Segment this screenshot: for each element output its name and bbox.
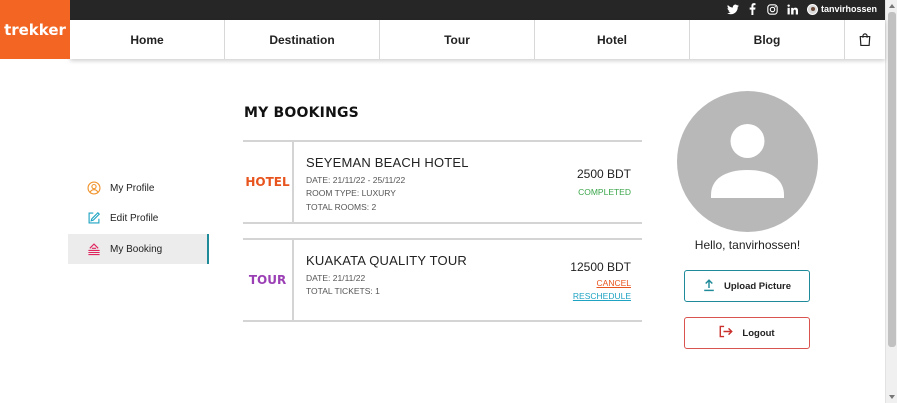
status-badge: COMPLETED <box>578 187 631 197</box>
sidebar-item-label: Edit Profile <box>110 212 159 224</box>
booking-stack-icon <box>87 242 101 256</box>
booking-type-label: TOUR <box>243 240 294 320</box>
sidebar-item-edit-profile[interactable]: Edit Profile <box>68 203 209 233</box>
booking-total-tickets: TOTAL TICKETS: 1 <box>306 286 380 296</box>
logo[interactable]: trekker <box>0 0 70 59</box>
reschedule-link[interactable]: RESCHEDULE <box>573 291 631 301</box>
nav-item-tour[interactable]: Tour <box>380 20 535 59</box>
booking-price: 12500 BDT <box>570 260 631 274</box>
social-links: tanvirhossen <box>726 3 877 15</box>
booking-total-rooms: TOTAL ROOMS: 2 <box>306 202 377 212</box>
top-bar: tanvirhossen <box>0 0 885 20</box>
nav-item-destination[interactable]: Destination <box>225 20 380 59</box>
linkedin-icon[interactable] <box>787 3 799 15</box>
sidebar-item-my-booking[interactable]: My Booking <box>68 234 209 264</box>
shopping-bag-icon[interactable] <box>845 20 885 59</box>
instagram-icon[interactable] <box>767 3 779 15</box>
facebook-icon[interactable] <box>747 3 759 15</box>
logout-label: Logout <box>742 327 775 339</box>
logout-button[interactable]: Logout <box>684 317 810 349</box>
user-circle-icon <box>87 181 101 195</box>
upload-icon <box>703 278 715 295</box>
sidebar-item-label: My Profile <box>110 182 155 194</box>
scroll-up-icon[interactable] <box>889 4 895 8</box>
nav-item-blog[interactable]: Blog <box>690 20 845 59</box>
booking-room-type: ROOM TYPE: LUXURY <box>306 188 396 198</box>
scroll-down-icon[interactable] <box>889 395 895 399</box>
sidebar-item-label: My Booking <box>110 243 163 255</box>
nav-item-home[interactable]: Home <box>70 20 225 59</box>
booking-title: SEYEMAN BEACH HOTEL <box>306 155 469 170</box>
greeting-text: Hello, tanvirhossen! <box>694 238 801 252</box>
logout-icon <box>719 325 734 341</box>
avatar <box>806 3 818 15</box>
booking-price: 2500 BDT <box>576 167 631 181</box>
upload-picture-label: Upload Picture <box>723 280 792 292</box>
booking-title: KUAKATA QUALITY TOUR <box>306 253 468 268</box>
upload-picture-button[interactable]: Upload Picture <box>684 270 810 302</box>
booking-type-label: HOTEL <box>243 142 294 222</box>
booking-date: DATE: 21/11/22 - 25/11/22 <box>306 175 406 185</box>
twitter-icon[interactable] <box>726 3 739 15</box>
profile-avatar <box>677 91 818 232</box>
page-title: MY BOOKINGS <box>244 105 359 121</box>
booking-card-tour: TOUR KUAKATA QUALITY TOUR DATE: 21/11/22… <box>243 238 642 322</box>
sidebar-item-my-profile[interactable]: My Profile <box>68 173 209 203</box>
booking-date: DATE: 21/11/22 <box>306 273 366 283</box>
nav-item-hotel[interactable]: Hotel <box>535 20 690 59</box>
cancel-link[interactable]: CANCEL <box>597 278 631 288</box>
user-menu[interactable]: tanvirhossen <box>806 3 877 15</box>
page-scrollbar[interactable] <box>885 0 897 403</box>
edit-icon <box>87 211 101 225</box>
main-nav: Home Destination Tour Hotel Blog <box>70 20 885 59</box>
booking-card-hotel: HOTEL SEYEMAN BEACH HOTEL DATE: 21/11/22… <box>243 140 642 224</box>
topbar-username: tanvirhossen <box>820 4 877 14</box>
default-user-icon <box>711 124 784 198</box>
scroll-thumb[interactable] <box>888 12 896 347</box>
